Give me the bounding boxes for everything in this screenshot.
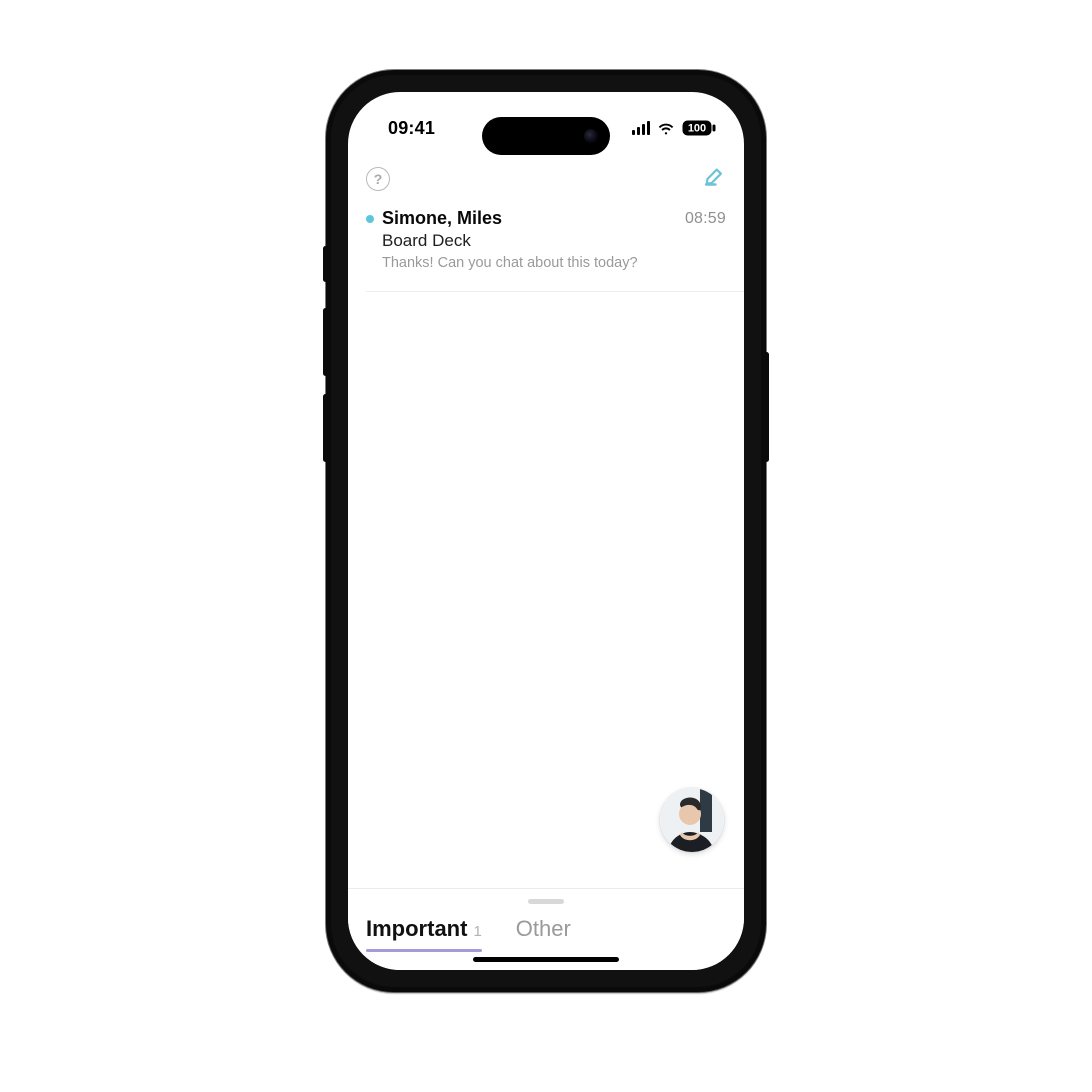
dynamic-island [482, 117, 610, 155]
home-indicator[interactable] [473, 957, 619, 962]
volume-down-btn [323, 394, 328, 462]
divider [366, 291, 744, 292]
tab-count-badge: 1 [473, 923, 481, 940]
battery-icon: 100 [682, 120, 716, 136]
drag-handle-icon[interactable] [528, 899, 564, 904]
message-subject: Board Deck [382, 231, 726, 251]
status-time: 09:41 [388, 118, 435, 139]
help-button[interactable]: ? [366, 167, 390, 191]
battery-level: 100 [688, 123, 706, 135]
phone-frame: 09:41 100 [326, 70, 766, 992]
compose-button[interactable] [702, 165, 726, 194]
question-icon: ? [374, 171, 383, 187]
message-time: 08:59 [685, 210, 726, 228]
tab-label: Other [516, 916, 571, 942]
mute-switch [323, 246, 328, 282]
message-preview: Thanks! Can you chat about this today? [382, 255, 726, 271]
message-list: Simone, Miles 08:59 Board Deck Thanks! C… [348, 202, 744, 292]
cellular-signal-icon [632, 121, 650, 135]
tab-important[interactable]: Important 1 [366, 916, 482, 942]
screen: 09:41 100 [348, 92, 744, 970]
compose-icon [702, 165, 726, 189]
message-row[interactable]: Simone, Miles 08:59 Board Deck Thanks! C… [348, 202, 744, 283]
app-header: ? [348, 156, 744, 202]
tab-label: Important [366, 916, 467, 942]
power-button [764, 352, 769, 462]
avatar[interactable] [660, 788, 724, 852]
volume-up-btn [323, 308, 328, 376]
active-tab-indicator [366, 949, 482, 953]
tab-other[interactable]: Other [516, 916, 571, 942]
wifi-icon [656, 121, 676, 135]
message-sender: Simone, Miles [382, 208, 502, 229]
unread-dot-icon [366, 215, 374, 223]
